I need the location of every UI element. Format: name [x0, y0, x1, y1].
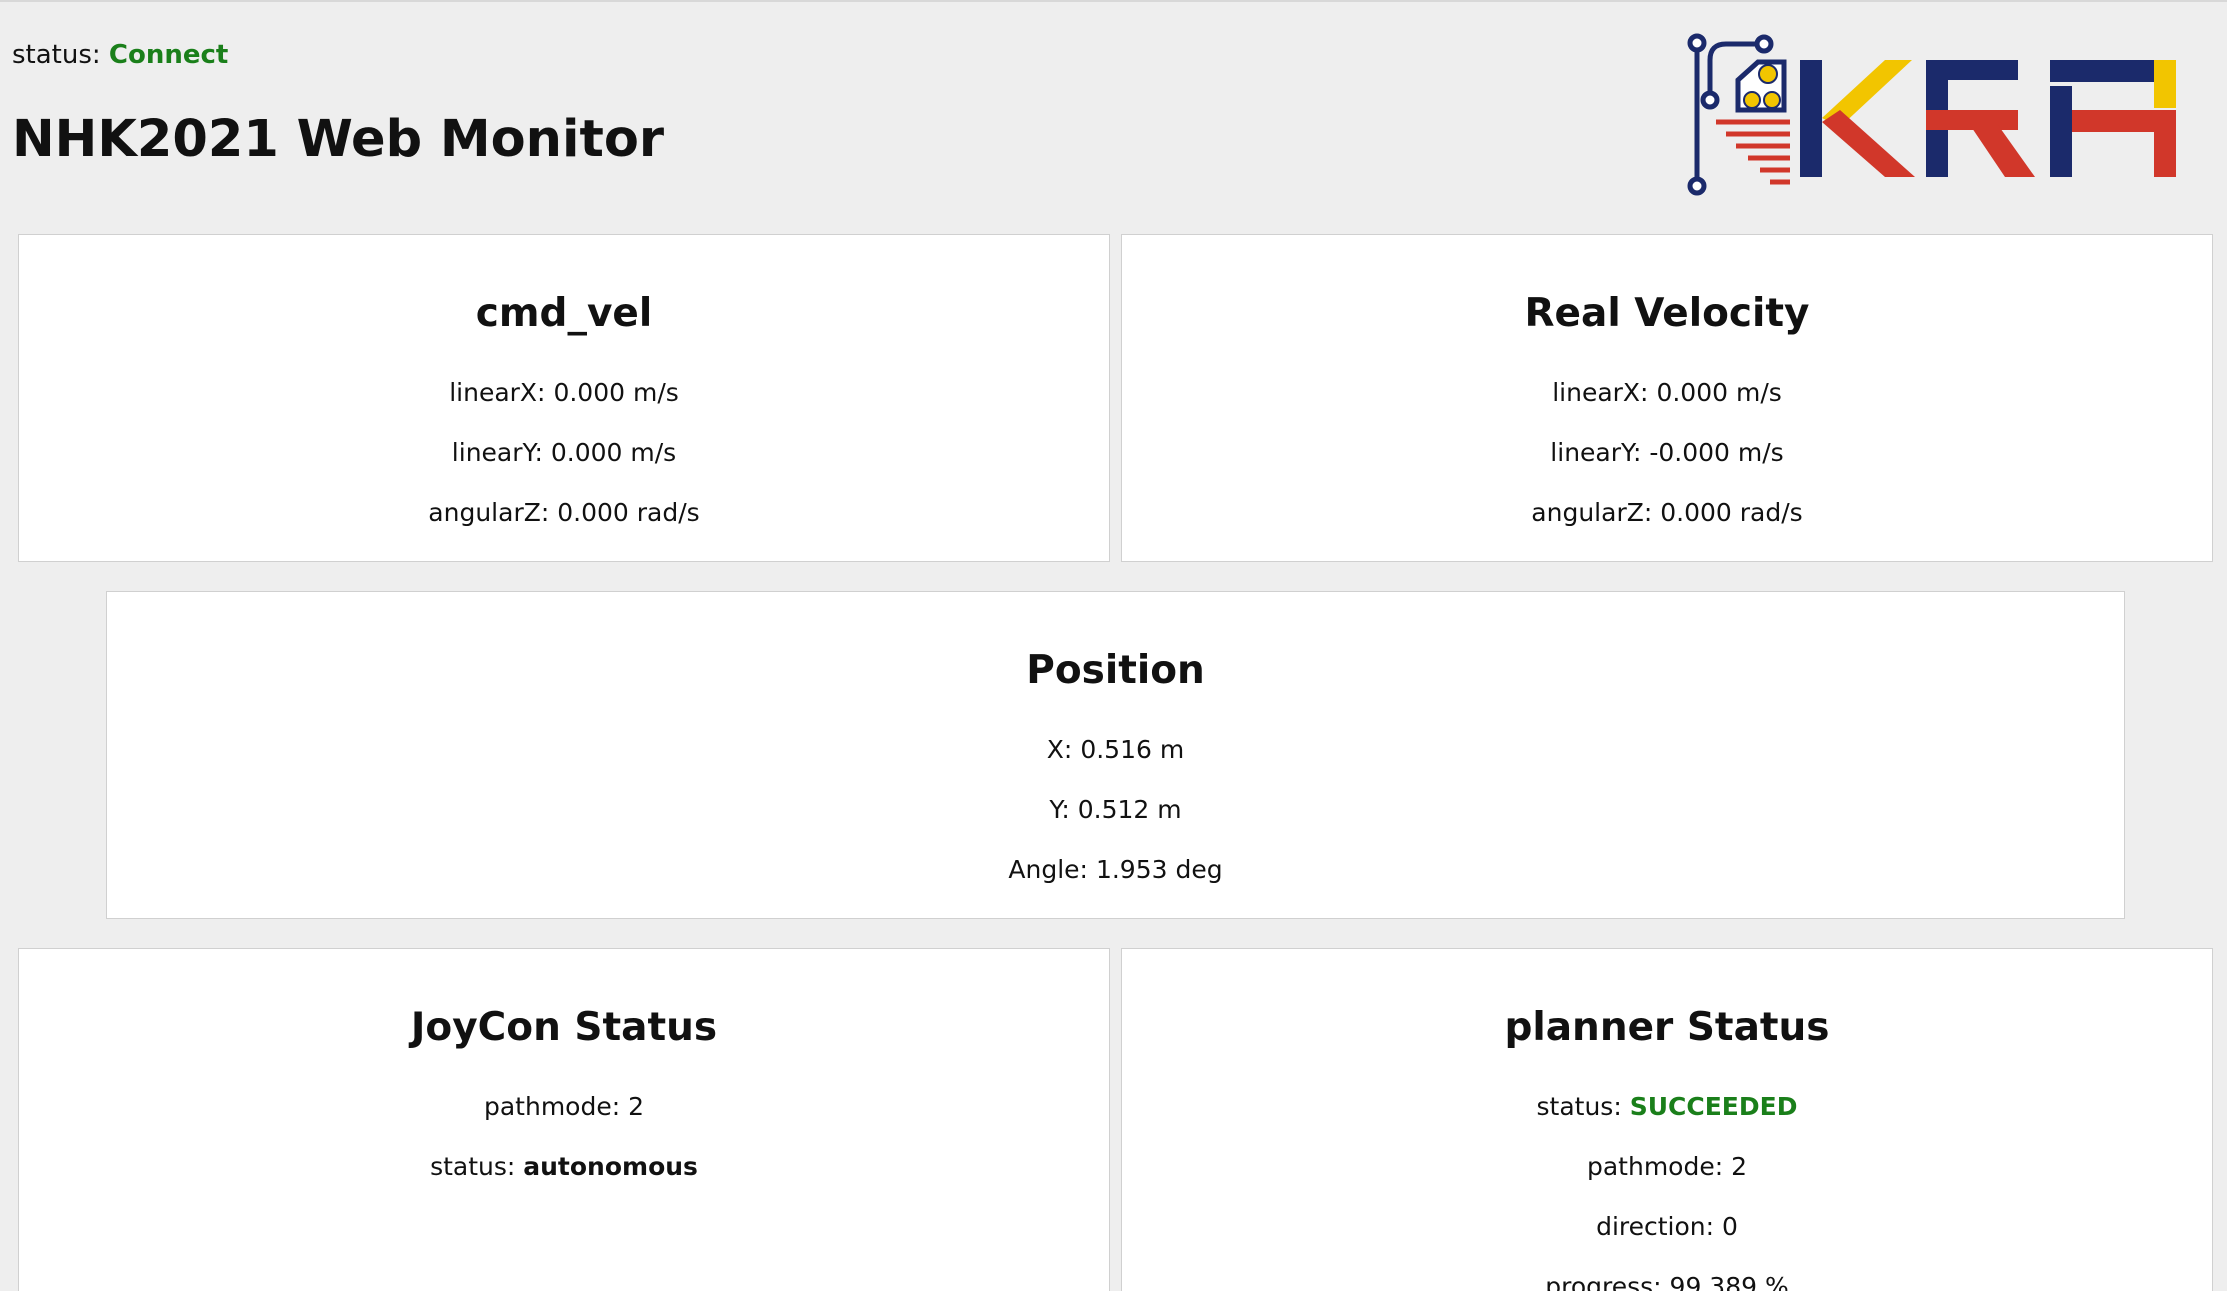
position-angle-value: 1.953 — [1095, 855, 1168, 884]
connection-status-label: status: — [12, 40, 101, 70]
real-velocity-linear-y: linearY: -0.000 m/s — [1550, 438, 1784, 467]
position-title: Position — [1026, 648, 1205, 693]
connection-status: status: Connect — [12, 38, 228, 72]
joycon-status-value: autonomous — [523, 1152, 698, 1181]
position-y: Y: 0.512 m — [1049, 795, 1182, 824]
planner-direction: direction: 0 — [1596, 1212, 1738, 1241]
joycon-pathmode-value: 2 — [628, 1092, 645, 1121]
cmd-vel-linear-x: linearX: 0.000 m/s — [449, 378, 679, 407]
real-velocity-panel: Real Velocity linearX: 0.000 m/s linearY… — [1121, 234, 2213, 562]
monitor-page: status: Connect NHK2021 Web Monitor cmd_… — [0, 0, 2227, 1291]
planner-status: status: SUCCEEDED — [1536, 1092, 1798, 1121]
cmd-vel-panel: cmd_vel linearX: 0.000 m/s linearY: 0.00… — [18, 234, 1110, 562]
cmd-vel-title: cmd_vel — [475, 291, 653, 336]
real-velocity-angular-z: angularZ: 0.000 rad/s — [1531, 498, 1803, 527]
planner-progress: progress: 99.389 % — [1122, 1257, 2212, 1291]
planner-status-value: SUCCEEDED — [1629, 1092, 1798, 1121]
real-velocity-angular-z-value: 0.000 — [1660, 498, 1732, 527]
joycon-status-title: JoyCon Status — [410, 1005, 718, 1050]
planner-pathmode-value: 2 — [1731, 1152, 1748, 1181]
joycon-status-panel: JoyCon Status pathmode: 2 status: autono… — [18, 948, 1110, 1291]
planner-progress-value: 99.389 — [1669, 1272, 1758, 1291]
real-velocity-title: Real Velocity — [1524, 291, 1810, 336]
planner-status-panel: planner Status status: SUCCEEDED pathmod… — [1121, 948, 2213, 1291]
cmd-vel-angular-z-value: 0.000 — [557, 498, 629, 527]
position-panel: Position X: 0.516 m Y: 0.512 m Angle: 1.… — [106, 591, 2125, 919]
planner-pathmode: pathmode: 2 — [1586, 1152, 1748, 1181]
kra-logo — [1687, 33, 2176, 196]
logo-letter-a — [2050, 60, 2176, 177]
joycon-pathmode: pathmode: 2 — [483, 1092, 645, 1121]
planner-direction-value: 0 — [1722, 1212, 1738, 1241]
joycon-status: status: autonomous — [430, 1152, 698, 1181]
logo-letter-r — [1926, 60, 2035, 177]
cmd-vel-angular-z: angularZ: 0.000 rad/s — [428, 498, 700, 527]
connection-status-value: Connect — [108, 40, 229, 70]
position-x-value: 0.516 — [1080, 735, 1152, 764]
real-velocity-linear-x-value: 0.000 — [1656, 378, 1729, 407]
page-title: NHK2021 Web Monitor — [12, 110, 665, 169]
real-velocity-linear-x: linearX: 0.000 m/s — [1552, 378, 1782, 407]
position-x: X: 0.516 m — [1046, 735, 1185, 764]
cmd-vel-linear-y-value: 0.000 — [550, 438, 623, 467]
logo-letter-k — [1800, 60, 1915, 177]
position-y-value: 0.512 — [1077, 795, 1150, 824]
cmd-vel-linear-y: linearY: 0.000 m/s — [451, 438, 677, 467]
speed-lines-icon — [1716, 119, 1790, 185]
real-velocity-linear-y-value: -0.000 — [1649, 438, 1730, 467]
position-angle: Angle: 1.953 deg — [1008, 855, 1223, 884]
planner-status-title: planner Status — [1504, 1005, 1830, 1050]
cmd-vel-linear-x-value: 0.000 — [553, 378, 626, 407]
